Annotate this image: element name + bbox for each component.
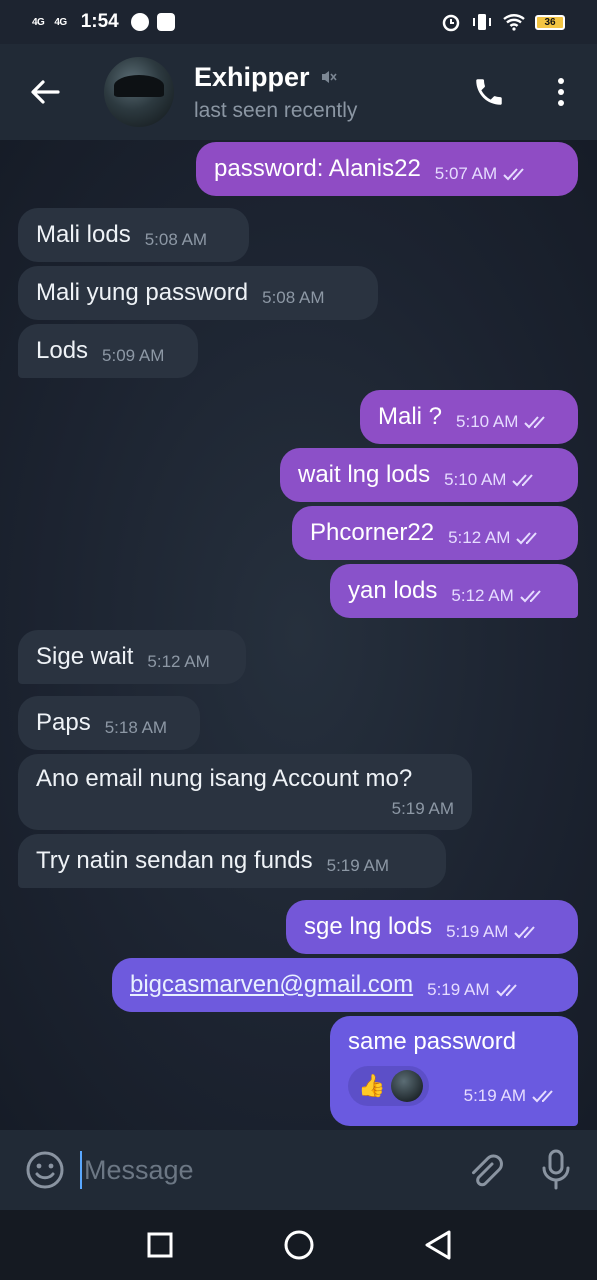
message-time: 5:10 AM [444, 470, 507, 489]
message-text: Sige wait [36, 643, 134, 670]
avatar[interactable] [104, 57, 174, 127]
microphone-icon [542, 1149, 570, 1190]
message-text: Mali lods [36, 221, 131, 248]
muted-speaker-icon [321, 71, 337, 83]
message-time: 5:19 AM [326, 856, 389, 875]
message-text: Paps [36, 709, 91, 736]
wifi-icon [503, 14, 525, 31]
message-bubble-incoming[interactable]: Ano email nung isang Account mo? 5:19 AM [18, 754, 472, 830]
message-bubble-outgoing[interactable]: bigcasmarven@gmail.com 5:19 AM [112, 958, 578, 1012]
smile-icon [26, 1151, 64, 1189]
message-time: 5:19 AM [463, 1086, 526, 1105]
circle-icon [284, 1230, 313, 1260]
message-bubble-incoming[interactable]: Sige wait 5:12 AM [18, 630, 246, 684]
emoji-button[interactable] [10, 1130, 80, 1210]
message-text: Lods [36, 337, 89, 364]
message-text: Phcorner22 [310, 519, 435, 546]
message-bubble-incoming[interactable]: Mali yung password 5:08 AM [18, 266, 378, 320]
last-seen-status: last seen recently [194, 98, 358, 122]
double-check-icon [503, 168, 524, 181]
message-time: 5:19 AM [446, 922, 509, 941]
notification-icon [156, 13, 175, 31]
email-link[interactable]: bigcasmarven@gmail.com [130, 971, 413, 999]
message-bubble-outgoing[interactable]: password: Alanis22 5:07 AM [196, 142, 578, 196]
attach-button[interactable] [451, 1130, 521, 1210]
message-time: 5:09 AM [102, 346, 165, 365]
double-check-icon [514, 926, 536, 939]
double-check-icon [495, 984, 517, 997]
message-list[interactable]: password: Alanis22 5:07 AM Mali lods 5:0… [0, 140, 597, 1130]
message-text: sge lng lods [304, 913, 433, 940]
contact-info[interactable]: Exhipper last seen recently [194, 62, 357, 123]
arrow-left-icon [31, 80, 60, 104]
message-text: wait lng lods [298, 461, 431, 488]
message-time: 5:08 AM [144, 230, 208, 249]
message-bubble-incoming[interactable]: Lods 5:09 AM [18, 324, 198, 378]
signal-indicator-2: 4G [54, 16, 67, 28]
paperclip-icon [472, 1154, 503, 1187]
message-bubble-incoming[interactable]: Try natin sendan ng funds 5:19 AM [18, 834, 446, 888]
home-button[interactable] [269, 1215, 329, 1275]
message-text: Try natin sendan ng funds [36, 847, 313, 874]
back-nav-button[interactable] [408, 1215, 468, 1275]
thumbs-up-icon: 👍 [358, 1073, 386, 1098]
square-icon [147, 1232, 172, 1258]
message-text: Mali yung password [36, 279, 249, 306]
status-time: 1:54 [80, 11, 119, 32]
more-vertical-icon [558, 78, 564, 106]
vibrate-icon [473, 14, 491, 30]
system-navigation-bar [0, 1210, 597, 1280]
double-check-icon [524, 416, 546, 429]
messenger-icon [130, 13, 149, 31]
message-time: 5:19 AM [427, 980, 490, 999]
alarm-icon [442, 14, 460, 32]
message-time: 5:12 AM [451, 586, 514, 605]
message-input[interactable] [80, 1151, 451, 1189]
message-composer [0, 1130, 597, 1210]
reaction-avatar [391, 1070, 424, 1102]
message-time: 5:10 AM [456, 412, 519, 431]
message-time: 5:12 AM [147, 652, 210, 671]
message-bubble-outgoing[interactable]: yan lods 5:12 AM [330, 564, 578, 618]
message-text: same password [348, 1028, 517, 1055]
chat-header: Exhipper last seen recently [0, 44, 597, 140]
message-time: 5:18 AM [104, 718, 168, 737]
signal-indicator-1: 4G [32, 16, 45, 28]
message-bubble-outgoing[interactable]: wait lng lods 5:10 AM [280, 448, 578, 502]
message-text: password: Alanis22 [214, 155, 421, 182]
message-bubble-incoming[interactable]: Mali lods 5:08 AM [18, 208, 249, 262]
message-time: 5:07 AM [434, 164, 498, 183]
message-bubble-outgoing[interactable]: Mali ? 5:10 AM [360, 390, 578, 444]
recent-apps-button[interactable] [130, 1215, 190, 1275]
message-bubble-outgoing[interactable]: same password 👍 5:19 AM [330, 1016, 578, 1126]
double-check-icon [520, 590, 541, 603]
back-button[interactable] [10, 44, 80, 140]
status-bar: 4G 4G 1:54 36 [0, 0, 597, 44]
battery-indicator: 36 [535, 14, 565, 30]
message-text: yan lods [348, 577, 438, 604]
message-time: 5:12 AM [448, 528, 511, 547]
message-text: Mali ? [378, 403, 443, 430]
triangle-back-icon [425, 1230, 450, 1260]
reaction-chip[interactable]: 👍 [348, 1066, 430, 1106]
double-check-icon [532, 1090, 553, 1103]
voice-message-button[interactable] [521, 1130, 591, 1210]
more-options-button[interactable] [525, 56, 597, 128]
message-time: 5:19 AM [391, 799, 454, 818]
call-button[interactable] [453, 56, 525, 128]
message-bubble-incoming[interactable]: Paps 5:18 AM [18, 696, 200, 750]
double-check-icon [516, 532, 538, 545]
message-bubble-outgoing[interactable]: sge lng lods 5:19 AM [286, 900, 578, 954]
contact-name: Exhipper [194, 61, 310, 92]
message-text: Ano email nung isang Account mo? [36, 765, 413, 792]
double-check-icon [512, 474, 534, 487]
message-time: 5:08 AM [262, 288, 325, 307]
phone-icon [476, 79, 502, 105]
message-bubble-outgoing[interactable]: Phcorner22 5:12 AM [292, 506, 578, 560]
